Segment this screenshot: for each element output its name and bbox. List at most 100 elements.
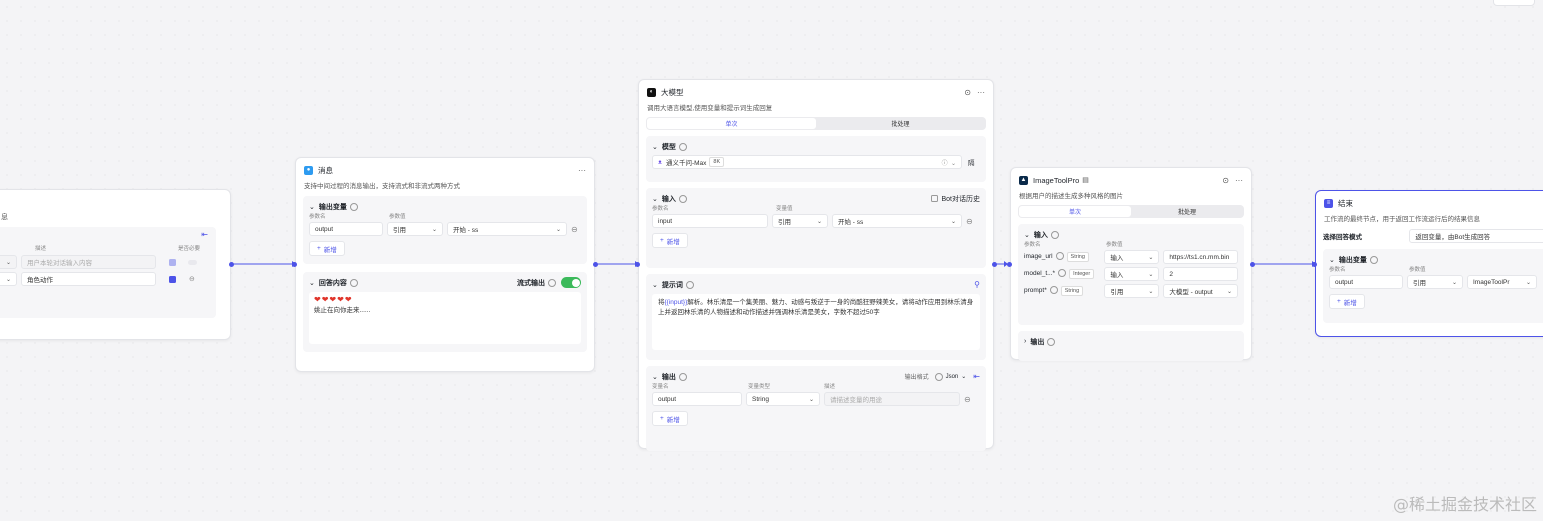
add-output-button[interactable]: + 新增 (652, 411, 688, 426)
remove-icon[interactable]: ⊖ (189, 275, 195, 283)
imagetool-node[interactable]: ▲ ImageToolPro ▤ ⊙ ··· 根据用户的描述生成多种风格的图片 单… (1010, 167, 1252, 361)
stream-label: 流式输出 (517, 279, 545, 287)
info-icon (685, 280, 694, 289)
end-input-port[interactable] (1312, 262, 1317, 267)
model-side-label: 隔 (968, 160, 975, 167)
remove-icon[interactable]: ⊖ (571, 225, 578, 234)
add-input-button[interactable]: + 新增 (652, 233, 688, 248)
param-name: image_url String (1024, 252, 1100, 262)
required-checkbox-2[interactable] (169, 275, 176, 283)
start-node-output-port[interactable] (229, 262, 234, 267)
col-value: 参数值 (1106, 242, 1123, 248)
run-icon[interactable]: ⊙ (1222, 176, 1229, 185)
model-label: 模型 (661, 143, 676, 151)
param-mode-select[interactable]: 输入 ⌄ (1104, 250, 1160, 264)
required-checkbox-1[interactable] (169, 258, 176, 266)
param-type-select[interactable]: ⌄ (0, 255, 17, 269)
imagetool-node-title: ImageToolPro (1033, 175, 1080, 185)
chevron-right-icon[interactable]: › (1024, 338, 1026, 345)
more-icon[interactable]: ··· (977, 88, 985, 97)
output-label: 输出 (661, 373, 676, 381)
input-label: 输入 (661, 195, 676, 203)
output-name-field[interactable]: output (652, 392, 742, 406)
input-name-field[interactable]: input (652, 214, 768, 228)
output-value-select[interactable]: ImageToolPr ⌄ (1467, 275, 1537, 289)
llm-node-desc: 调用大语言模型,使用变量和提示词生成回复 (647, 105, 773, 112)
param-type-select-2[interactable]: ⌄ (0, 272, 17, 286)
output-vars-label: 输出变量 (1338, 256, 1367, 264)
llm-output-port[interactable] (992, 262, 997, 267)
info-icon (678, 372, 687, 381)
output-type-select[interactable]: 引用 ⌄ (387, 222, 443, 236)
output-desc-input[interactable]: 请描述变量的用途 (824, 392, 960, 406)
input-type-select[interactable]: 引用 ⌄ (772, 214, 828, 228)
llm-node[interactable]: ◐ 大模型 ⊙ ··· 调用大语言模型,使用变量和提示词生成回复 单次 批处理 ⌄… (638, 79, 994, 451)
message-output-port[interactable] (593, 262, 598, 267)
input-row: prompt* String 引用 ⌄ 大模型 - output ⌄ (1024, 284, 1238, 298)
tab-single[interactable]: 单次 (647, 118, 816, 129)
import-icon[interactable]: ⇤ (973, 372, 980, 381)
more-icon[interactable]: ··· (1235, 176, 1243, 185)
imagetool-output-port[interactable] (1250, 262, 1255, 267)
param-value-select[interactable]: 大模型 - output ⌄ (1163, 284, 1238, 298)
mode-select[interactable]: 返回变量，由Bot生成回答 (1409, 229, 1543, 243)
chevron-down-icon[interactable]: ⌄ (652, 373, 658, 381)
tab-batch[interactable]: 批处理 (816, 118, 985, 129)
param-value-input[interactable]: 2 (1163, 267, 1238, 281)
imagetool-icon: ▲ (1019, 175, 1028, 185)
content-editor[interactable]: ❤❤❤❤❤ 姚止在向你走来...... (309, 292, 581, 344)
tab-batch[interactable]: 批处理 (1131, 206, 1243, 217)
stream-toggle[interactable] (561, 277, 581, 288)
output-name-input[interactable]: output (1329, 275, 1403, 289)
start-node-partial[interactable]: 息 ⇤ 描述 是否必要 ⌄ 用户本轮对话输入内容 ⌄ 角色动作 ⊖ (0, 189, 231, 340)
llm-input-port[interactable] (635, 262, 640, 267)
chevron-down-icon[interactable]: ⌄ (652, 195, 658, 203)
chevron-down-icon[interactable]: ⌄ (652, 281, 658, 289)
chevron-down-icon[interactable]: ⌄ (309, 279, 315, 287)
desc-input-1[interactable]: 用户本轮对话输入内容 (21, 255, 156, 269)
chevron-down-icon[interactable]: ⌄ (652, 143, 658, 151)
mode-label: 选择回答模式 (1323, 234, 1362, 241)
param-mode-select[interactable]: 引用 ⌄ (1104, 284, 1160, 298)
format-label: 输出格式 (904, 375, 929, 381)
output-value-select[interactable]: 开始 - ss ⌄ (447, 222, 567, 236)
message-node[interactable]: ● 消息 ··· 支持中间过程的消息输出，支持流式和非流式两种方式 ⌄ 输出变量 … (295, 157, 595, 372)
input-value-select[interactable]: 开始 - ss ⌄ (832, 214, 962, 228)
chevron-down-icon[interactable]: ⌄ (309, 203, 315, 211)
chevron-down-icon[interactable]: ⌄ (1024, 231, 1030, 239)
add-output-button[interactable]: + 新增 (309, 241, 345, 256)
info-icon (678, 194, 687, 203)
prompt-optimize-icon[interactable]: ⚲ (974, 280, 980, 289)
run-icon[interactable]: ⊙ (964, 88, 971, 97)
message-input-port[interactable] (292, 262, 297, 267)
col-name: 参数名 (1024, 242, 1041, 248)
tab-single[interactable]: 单次 (1019, 206, 1131, 217)
remove-icon[interactable]: ⊖ (966, 217, 973, 226)
output-type-select[interactable]: String ⌄ (746, 392, 820, 406)
output-type-select[interactable]: 引用 ⌄ (1407, 275, 1463, 289)
col-name: 参数名 (1329, 267, 1346, 273)
canvas-toolbar-partial[interactable] (1493, 0, 1535, 6)
remove-icon[interactable]: ⊖ (964, 395, 971, 404)
more-icon[interactable]: ··· (578, 166, 586, 175)
bot-history-checkbox[interactable] (931, 195, 939, 202)
info-icon (934, 372, 943, 381)
output-name-input[interactable]: output (309, 222, 383, 236)
end-node[interactable]: ≡ 结束 工作流的最终节点，用于返回工作流运行后的结果信息 选择回答模式 返回变… (1315, 190, 1543, 337)
import-icon[interactable]: ⇤ (201, 230, 208, 239)
info-icon (1047, 337, 1056, 346)
param-value-input[interactable]: https://ts1.cn.mm.bin (1163, 250, 1238, 264)
chevron-down-icon[interactable]: ⌄ (1329, 256, 1335, 264)
hearts-text: ❤❤❤❤❤ (314, 295, 353, 304)
model-select[interactable]: ᴥ 通义千问-Max 8K ⓘ ⌄ (652, 155, 962, 169)
imagetool-input-port[interactable] (1007, 262, 1012, 267)
format-select[interactable]: Json (946, 374, 959, 380)
output-label: 输出 (1030, 338, 1045, 346)
param-mode-select[interactable]: 输入 ⌄ (1104, 267, 1160, 281)
input-row: image_url String 输入 ⌄ https://ts1.cn.mm.bi… (1024, 250, 1238, 264)
desc-input-2[interactable]: 角色动作 (21, 272, 156, 286)
message-node-title: 消息 (318, 165, 333, 175)
prompt-editor[interactable]: 将{{input}}解析。林乐清是一个集美丽、魅力、动感与叛逆于一身的尚酷狂野辣… (652, 294, 980, 350)
doc-icon: ▤ (1082, 177, 1089, 184)
add-output-button[interactable]: + 新增 (1329, 294, 1365, 309)
